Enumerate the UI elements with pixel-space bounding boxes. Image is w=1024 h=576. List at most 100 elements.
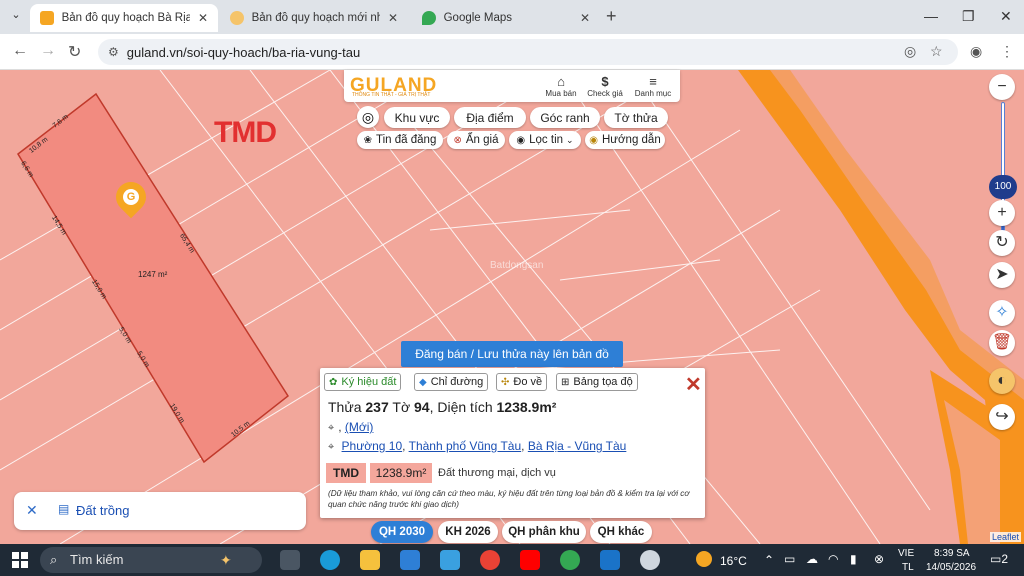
windows-taskbar: ⌕ Tìm kiếm ✦ 16°C ⌃ ▭ ☁ ◠ ▮ ⊗ VIE TL 8:3… <box>0 544 1024 576</box>
file-explorer-icon[interactable] <box>360 550 380 570</box>
guide-icon: ◉ <box>589 134 598 146</box>
empty-land-label[interactable]: Đất trồng <box>76 503 129 518</box>
chrome-icon[interactable] <box>480 550 500 570</box>
directions-tab[interactable]: ◆ Chỉ đường <box>414 373 489 391</box>
zoom-level-handle[interactable]: 100 <box>989 175 1017 199</box>
close-icon[interactable]: ✕ <box>26 502 38 519</box>
profile-icon[interactable]: ◉ <box>970 43 982 60</box>
filter-icon: ◉ <box>516 134 526 146</box>
share-icon[interactable]: ↪ <box>989 404 1015 430</box>
tab-guland-thanh[interactable]: Bản đồ quy hoạch mới nhất Thà ✕ <box>220 4 408 32</box>
guland-tagline: THÔNG TIN THẬT - GIÁ TRỊ THẬT <box>352 92 431 98</box>
zoom-in-button[interactable]: + <box>989 200 1015 226</box>
store-icon: ⌂ <box>557 74 565 89</box>
guide-button[interactable]: ◉ Hướng dẫn <box>585 131 665 149</box>
tab-kh-2026[interactable]: KH 2026 <box>438 521 498 543</box>
weather-temp[interactable]: 16°C <box>720 554 747 568</box>
site-info-icon[interactable]: ⚙ <box>108 45 119 59</box>
hide-icon: ⊗ <box>453 134 462 146</box>
close-window-icon[interactable]: ✕ <box>1000 8 1012 25</box>
layers-icon[interactable]: ◐ <box>989 368 1015 394</box>
wifi-icon[interactable]: ◠ <box>828 552 838 566</box>
menu-button[interactable]: ≡ Danh mục <box>630 74 676 98</box>
url-input[interactable]: ⚙ guland.vn/soi-quy-hoach/ba-ria-vung-ta… <box>98 39 958 65</box>
mail-icon[interactable] <box>400 550 420 570</box>
forward-icon[interactable]: → <box>40 42 56 60</box>
table-icon: ⊞ <box>561 376 570 388</box>
tab-qh-2030[interactable]: QH 2030 <box>371 521 433 543</box>
zoom-out-button[interactable]: − <box>989 74 1015 100</box>
plot-title: Thửa 237 Tờ 94, Diện tích 1238.9m² <box>328 399 557 415</box>
browser-app-icon[interactable] <box>640 550 660 570</box>
edge-icon[interactable] <box>320 550 340 570</box>
chrome-active-icon[interactable] <box>560 550 580 570</box>
address-old-row: ⌖ Phường 10, Thành phố Vũng Tàu, Bà Rịa … <box>328 439 627 453</box>
tab-guland-ba-ria[interactable]: Bản đồ quy hoạch Bà Rịa - Vũng ✕ <box>30 4 218 32</box>
location-pin-icon: ⌖ <box>328 422 335 434</box>
chevron-down-icon: ⌄ <box>566 134 574 145</box>
close-tab-icon[interactable]: ✕ <box>388 11 398 25</box>
corner-filter-button[interactable]: Góc ranh <box>530 107 600 128</box>
province-link[interactable]: Bà Rịa - Vũng Tàu <box>528 439 627 453</box>
taskbar-search[interactable]: ⌕ Tìm kiếm ✦ <box>40 547 262 573</box>
notification-icon[interactable]: ▭2 <box>990 552 1008 566</box>
parcel-area-label: 1247 m² <box>138 270 168 279</box>
check-price-button[interactable]: $ Check giá <box>582 74 628 98</box>
windows-start-icon[interactable] <box>12 552 28 568</box>
area-filter-button[interactable]: Khu vực <box>384 107 450 128</box>
eye-off-icon[interactable]: ◎ <box>904 43 916 60</box>
tab-qh-subdivision[interactable]: QH phân khu <box>502 521 586 543</box>
minimize-icon[interactable]: — <box>924 8 938 24</box>
filter-listings-button[interactable]: ◉ Lọc tin ⌄ <box>509 131 581 149</box>
hide-price-button[interactable]: ⊗ Ẩn giá <box>447 131 505 149</box>
empty-land-panel: ✕ ▤ Đất trồng <box>14 492 306 530</box>
measure-icon[interactable]: ✧ <box>989 300 1015 326</box>
bookmark-star-icon[interactable]: ☆ <box>930 43 943 60</box>
locate-me-button[interactable]: ◎ <box>357 106 379 128</box>
new-tab-button[interactable]: + <box>606 6 617 27</box>
post-plot-button[interactable]: Đăng bán / Lưu thửa này lên bản đồ <box>401 341 623 367</box>
posted-listings-button[interactable]: ❀ Tin đã đăng <box>357 131 443 149</box>
close-popup-icon[interactable]: ✕ <box>685 372 702 397</box>
guland-favicon-icon <box>230 11 244 25</box>
app-icon[interactable] <box>440 550 460 570</box>
plot-info-popup: ✿ Ký hiệu đất ◆ Chỉ đường ✣ Đo về ⊞ Bảng tọa… <box>320 368 705 518</box>
leaf-icon: ✿ <box>329 376 338 388</box>
close-tab-icon[interactable]: ✕ <box>198 11 208 25</box>
leaflet-attribution[interactable]: Leaflet <box>990 532 1022 542</box>
keyboard-indicator[interactable]: TL <box>902 562 914 573</box>
ward-link[interactable]: Phường 10 <box>342 439 403 453</box>
navigate-icon[interactable]: ➤ <box>989 262 1015 288</box>
youtube-icon[interactable] <box>520 550 540 570</box>
plot-sheet-filter-button[interactable]: Tờ thửa <box>604 107 668 128</box>
language-indicator[interactable]: VIE <box>898 548 914 559</box>
refresh-icon[interactable]: ↻ <box>989 230 1015 256</box>
tray-chevron-icon[interactable]: ⌃ <box>764 553 774 567</box>
cloud-icon[interactable]: ☁ <box>806 552 818 566</box>
reload-icon[interactable]: ↻ <box>68 42 81 62</box>
network-icon[interactable]: ▭ <box>784 552 795 566</box>
s-app-icon[interactable] <box>600 550 620 570</box>
hamburger-icon: ≡ <box>649 74 657 89</box>
back-icon[interactable]: ← <box>12 42 28 60</box>
city-link[interactable]: Thành phố Vũng Tàu <box>409 439 522 453</box>
location-filter-button[interactable]: Địa điểm <box>454 107 526 128</box>
tab-search-button[interactable]: ⌄ <box>6 8 26 26</box>
measure-tab[interactable]: ✣ Đo về <box>496 373 548 391</box>
x-icon[interactable]: ⊗ <box>874 552 884 566</box>
menu-kebab-icon[interactable]: ⋮ <box>1000 43 1014 60</box>
close-tab-icon[interactable]: ✕ <box>580 11 590 25</box>
tab-qh-other[interactable]: QH khác <box>590 521 652 543</box>
restore-icon[interactable]: ❐ <box>962 8 975 25</box>
task-view-icon[interactable] <box>280 550 300 570</box>
trash-icon[interactable]: 🗑 <box>989 330 1015 356</box>
battery-icon[interactable]: ▮ <box>850 552 857 566</box>
clock-date[interactable]: 14/05/2026 <box>926 562 976 573</box>
buy-sell-button[interactable]: ⌂ Mua bán <box>538 74 584 98</box>
clock-time[interactable]: 8:39 SA <box>934 548 970 559</box>
tab-google-maps[interactable]: Google Maps ✕ <box>412 4 600 32</box>
land-symbol-tab[interactable]: ✿ Ký hiệu đất <box>324 373 402 391</box>
new-address-link[interactable]: (Mới) <box>345 420 374 434</box>
weather-sun-icon[interactable] <box>696 551 712 567</box>
coordinates-tab[interactable]: ⊞ Bảng tọa độ <box>556 373 638 391</box>
